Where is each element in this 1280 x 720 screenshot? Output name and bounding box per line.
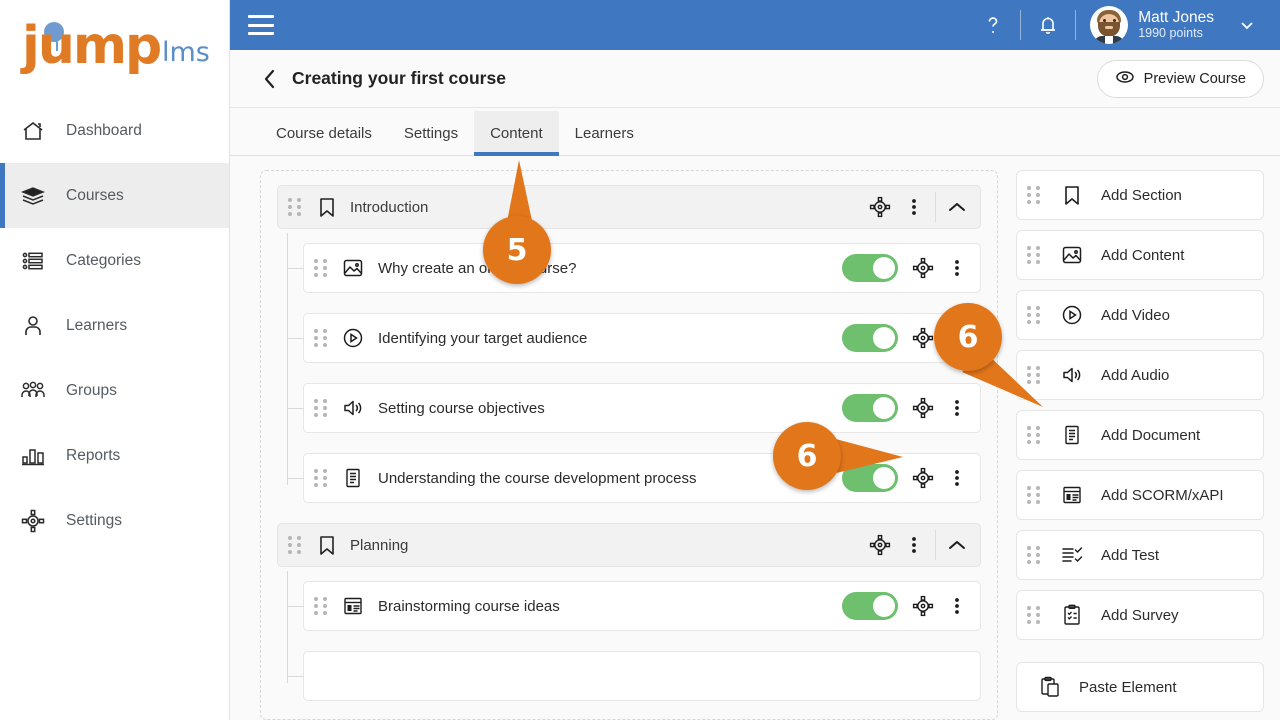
callout-number: 6	[796, 438, 818, 474]
app-root: jump lms Dashboard Courses Categories Le…	[0, 0, 1280, 720]
callout-tails	[500, 160, 1043, 474]
callout-badge-6-add-audio: 6	[934, 303, 1002, 371]
callout-badge-5: 5	[483, 216, 551, 284]
callout-number: 6	[957, 319, 979, 355]
callout-number: 5	[506, 232, 528, 268]
callout-badge-6-row-gear: 6	[773, 422, 841, 490]
